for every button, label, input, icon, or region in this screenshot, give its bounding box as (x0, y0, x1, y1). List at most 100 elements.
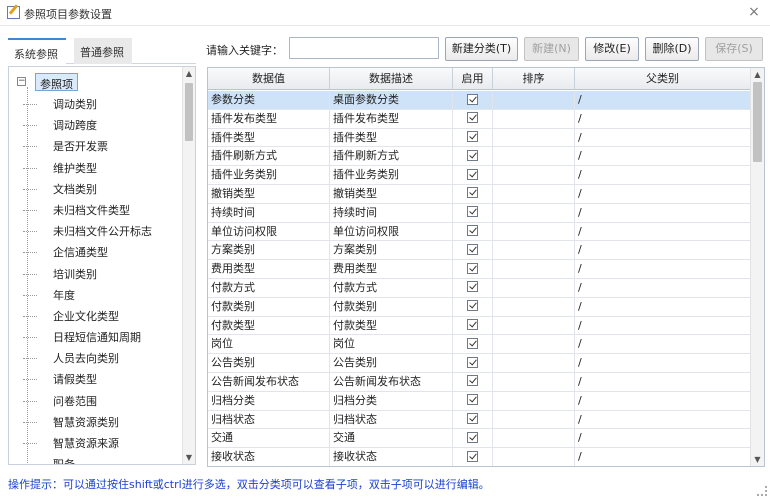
cell-parent[interactable]: / (575, 203, 751, 223)
cell-order[interactable] (493, 260, 575, 279)
cell-enabled[interactable] (453, 316, 493, 336)
scroll-up-icon[interactable]: ▲ (751, 70, 764, 79)
collapse-icon[interactable]: − (17, 77, 26, 86)
cell-enabled[interactable] (453, 260, 493, 279)
column-header-value[interactable]: 数据值 (208, 68, 330, 90)
tree-item[interactable]: 智慧资源来源 (9, 433, 181, 454)
new-category-button[interactable]: 新建分类(T) (445, 37, 518, 61)
tree-item[interactable]: 企业文化类型 (9, 306, 181, 327)
cell-parent[interactable]: / (575, 391, 751, 411)
table-row[interactable]: 参数分类 桌面参数分类 / (208, 91, 751, 110)
cell-parent[interactable]: / (575, 335, 751, 355)
cell-order[interactable] (493, 222, 575, 242)
checked-checkbox-icon[interactable] (467, 225, 478, 237)
cell-enabled[interactable] (453, 147, 493, 167)
cell-enabled[interactable] (453, 166, 493, 185)
cell-value[interactable]: 岗位 (208, 335, 330, 355)
cell-description[interactable]: 桌面参数分类 (330, 91, 453, 110)
cell-description[interactable]: 插件业务类别 (330, 166, 453, 185)
cell-description[interactable]: 费用类型 (330, 260, 453, 279)
cell-order[interactable] (493, 410, 575, 430)
cell-enabled[interactable] (453, 297, 493, 317)
cell-parent[interactable]: / (575, 278, 751, 298)
checked-checkbox-icon[interactable] (467, 394, 478, 406)
checked-checkbox-icon[interactable] (467, 431, 478, 443)
cell-value[interactable]: 归档状态 (208, 410, 330, 430)
cell-value[interactable]: 归档分类 (208, 391, 330, 411)
checked-checkbox-icon[interactable] (467, 262, 478, 274)
tree-item[interactable]: 年度 (9, 285, 181, 306)
cell-parent[interactable]: / (575, 297, 751, 317)
cell-description[interactable]: 付款类型 (330, 316, 453, 336)
table-row[interactable]: 持续时间 持续时间 / (208, 203, 751, 223)
grid-scrollbar[interactable]: ▲ ▼ (750, 68, 764, 466)
checked-checkbox-icon[interactable] (467, 356, 478, 368)
tree-scrollbar[interactable]: ▲ ▼ (182, 67, 195, 464)
scroll-thumb[interactable] (185, 83, 193, 141)
cell-value[interactable]: 接收状态 (208, 448, 330, 466)
cell-enabled[interactable] (453, 278, 493, 298)
table-row[interactable]: 插件业务类别 插件业务类别 / (208, 166, 751, 185)
cell-value[interactable]: 方案类别 (208, 241, 330, 261)
checked-checkbox-icon[interactable] (467, 300, 478, 312)
tree-item[interactable]: 日程短信通知周期 (9, 327, 181, 348)
cell-order[interactable] (493, 109, 575, 129)
table-row[interactable]: 方案类别 方案类别 / (208, 241, 751, 261)
cell-enabled[interactable] (453, 109, 493, 129)
cell-value[interactable]: 公告新闻发布状态 (208, 372, 330, 392)
tree-item[interactable]: 人员去向类别 (9, 348, 181, 369)
checked-checkbox-icon[interactable] (467, 337, 478, 349)
cell-parent[interactable]: / (575, 109, 751, 129)
cell-value[interactable]: 插件类型 (208, 128, 330, 148)
scroll-up-icon[interactable]: ▲ (183, 69, 195, 78)
cell-value[interactable]: 付款类别 (208, 297, 330, 317)
cell-value[interactable]: 插件业务类别 (208, 166, 330, 185)
column-header-parent[interactable]: 父类别 (575, 68, 751, 90)
cell-value[interactable]: 单位访问权限 (208, 222, 330, 242)
cell-description[interactable]: 归档分类 (330, 391, 453, 411)
cell-parent[interactable]: / (575, 316, 751, 336)
scroll-thumb[interactable] (753, 82, 762, 162)
tab-common-reference[interactable]: 普通参照 (74, 38, 132, 64)
cell-order[interactable] (493, 91, 575, 110)
close-icon[interactable]: × (746, 4, 762, 20)
checked-checkbox-icon[interactable] (467, 93, 478, 105)
cell-description[interactable]: 公告新闻发布状态 (330, 372, 453, 392)
resize-grip-icon[interactable] (757, 486, 767, 496)
cell-order[interactable] (493, 391, 575, 411)
table-row[interactable]: 公告类别 公告类别 / (208, 354, 751, 373)
tree-item[interactable]: 调动类别 (9, 94, 181, 115)
table-row[interactable]: 接收状态 接收状态 / (208, 448, 751, 466)
checked-checkbox-icon[interactable] (467, 319, 478, 331)
cell-value[interactable]: 参数分类 (208, 91, 330, 110)
cell-parent[interactable]: / (575, 128, 751, 148)
cell-value[interactable]: 撤销类型 (208, 184, 330, 204)
cell-parent[interactable]: / (575, 184, 751, 204)
cell-order[interactable] (493, 335, 575, 355)
tree-item[interactable]: 调动跨度 (9, 115, 181, 136)
cell-enabled[interactable] (453, 391, 493, 411)
table-row[interactable]: 单位访问权限 单位访问权限 / (208, 222, 751, 242)
cell-value[interactable]: 插件刷新方式 (208, 147, 330, 167)
cell-description[interactable]: 单位访问权限 (330, 222, 453, 242)
cell-value[interactable]: 插件发布类型 (208, 109, 330, 129)
cell-parent[interactable]: / (575, 222, 751, 242)
cell-value[interactable]: 付款类型 (208, 316, 330, 336)
cell-value[interactable]: 公告类别 (208, 354, 330, 373)
cell-description[interactable]: 付款方式 (330, 278, 453, 298)
cell-enabled[interactable] (453, 335, 493, 355)
scroll-down-icon[interactable]: ▼ (751, 455, 764, 464)
checked-checkbox-icon[interactable] (467, 281, 478, 293)
checked-checkbox-icon[interactable] (467, 206, 478, 218)
column-header-enabled[interactable]: 启用 (453, 68, 493, 90)
tree-item[interactable]: 培训类别 (9, 264, 181, 285)
table-row[interactable]: 付款类别 付款类别 / (208, 297, 751, 317)
table-row[interactable]: 插件类型 插件类型 / (208, 128, 751, 148)
tree-item[interactable]: 智慧资源类别 (9, 412, 181, 433)
checked-checkbox-icon[interactable] (467, 450, 478, 462)
table-row[interactable]: 付款类型 付款类型 / (208, 316, 751, 336)
cell-order[interactable] (493, 372, 575, 392)
cell-parent[interactable]: / (575, 354, 751, 373)
cell-description[interactable]: 插件类型 (330, 128, 453, 148)
tree-item[interactable]: 文档类别 (9, 179, 181, 200)
